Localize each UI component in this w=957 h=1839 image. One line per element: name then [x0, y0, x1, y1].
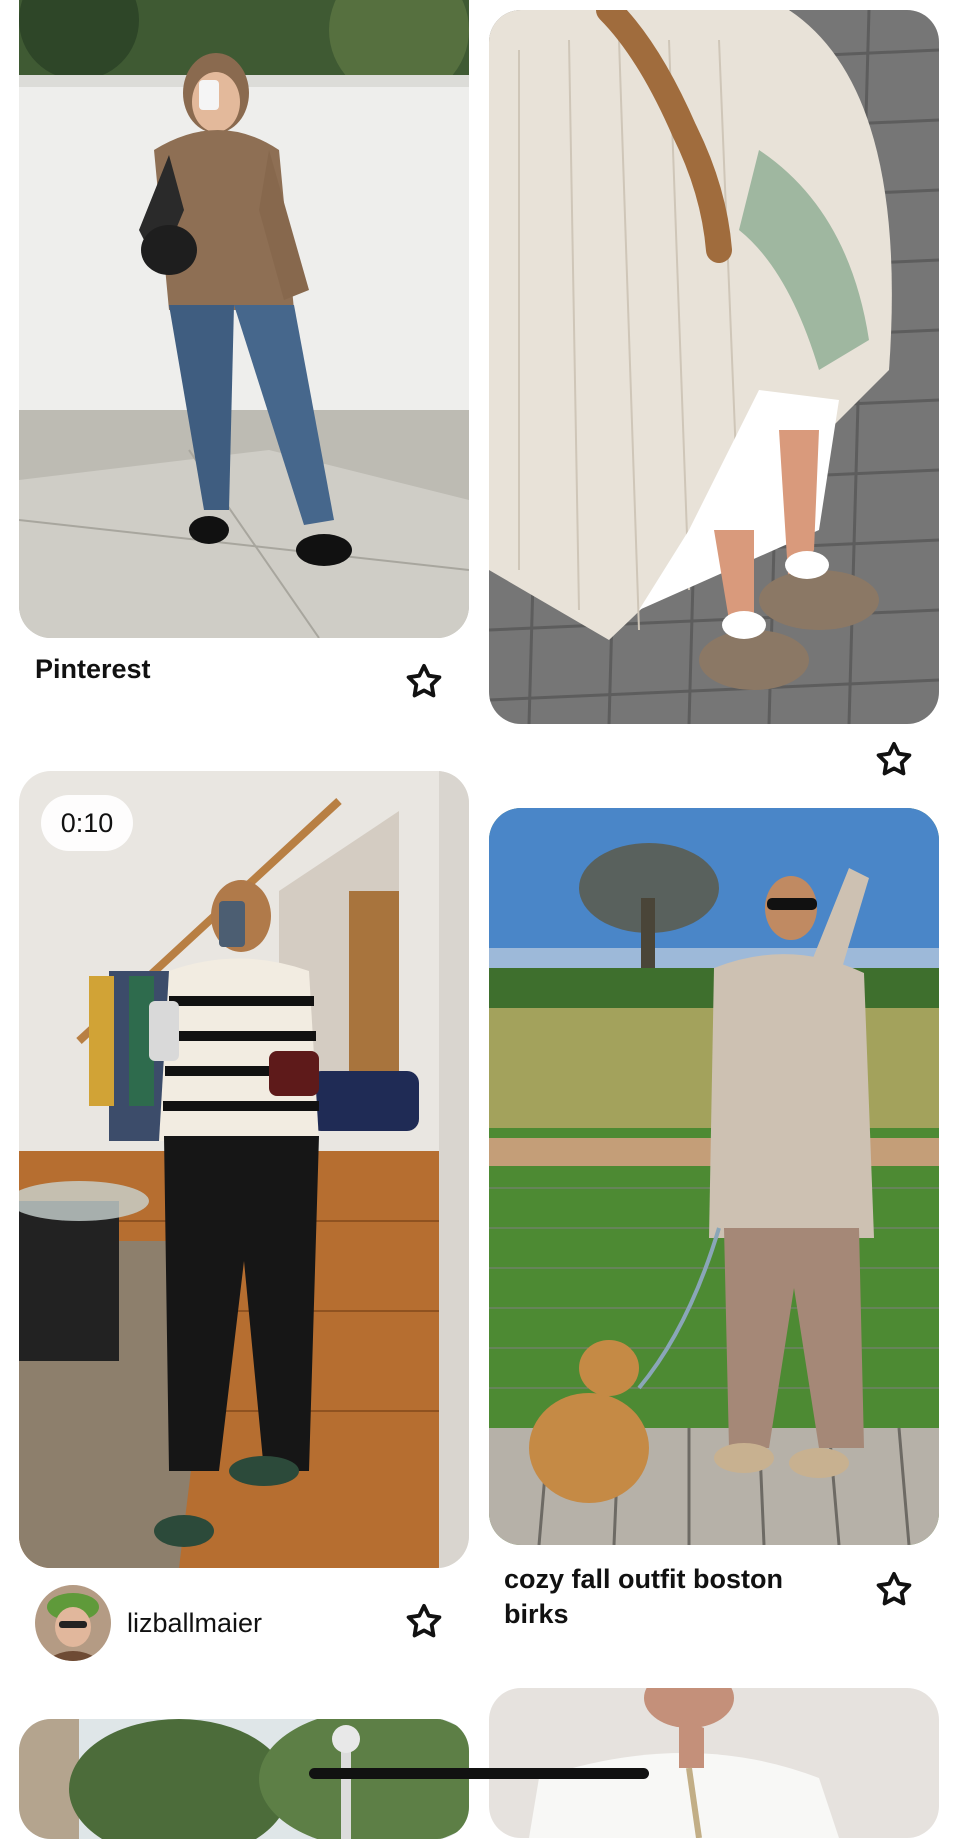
save-button[interactable] — [400, 1598, 448, 1646]
star-outline-icon — [876, 741, 912, 776]
save-button[interactable] — [870, 736, 918, 784]
pin-image-coffee-outfit[interactable] — [19, 0, 469, 638]
creator-name[interactable]: lizballmaier — [127, 1606, 262, 1640]
star-outline-icon — [406, 1603, 442, 1638]
creator-avatar[interactable] — [35, 1585, 111, 1661]
pin-image-trees[interactable] — [19, 1719, 469, 1839]
pin-image-dog-walk[interactable] — [489, 808, 939, 1545]
star-outline-icon — [406, 663, 442, 698]
star-outline-icon — [876, 1571, 912, 1606]
pin-image-sweater-closeup[interactable] — [489, 10, 939, 724]
video-duration-badge: 0:10 — [41, 795, 133, 851]
save-button[interactable] — [400, 658, 448, 706]
home-indicator — [309, 1768, 649, 1779]
pin-title[interactable]: cozy fall outfit boston birks — [504, 1562, 844, 1632]
pin-image-white-sweater[interactable] — [489, 1688, 939, 1838]
pin-video-mirror-selfie[interactable]: 0:10 — [19, 771, 469, 1568]
save-button[interactable] — [870, 1566, 918, 1614]
pin-title[interactable]: Pinterest — [35, 652, 151, 687]
